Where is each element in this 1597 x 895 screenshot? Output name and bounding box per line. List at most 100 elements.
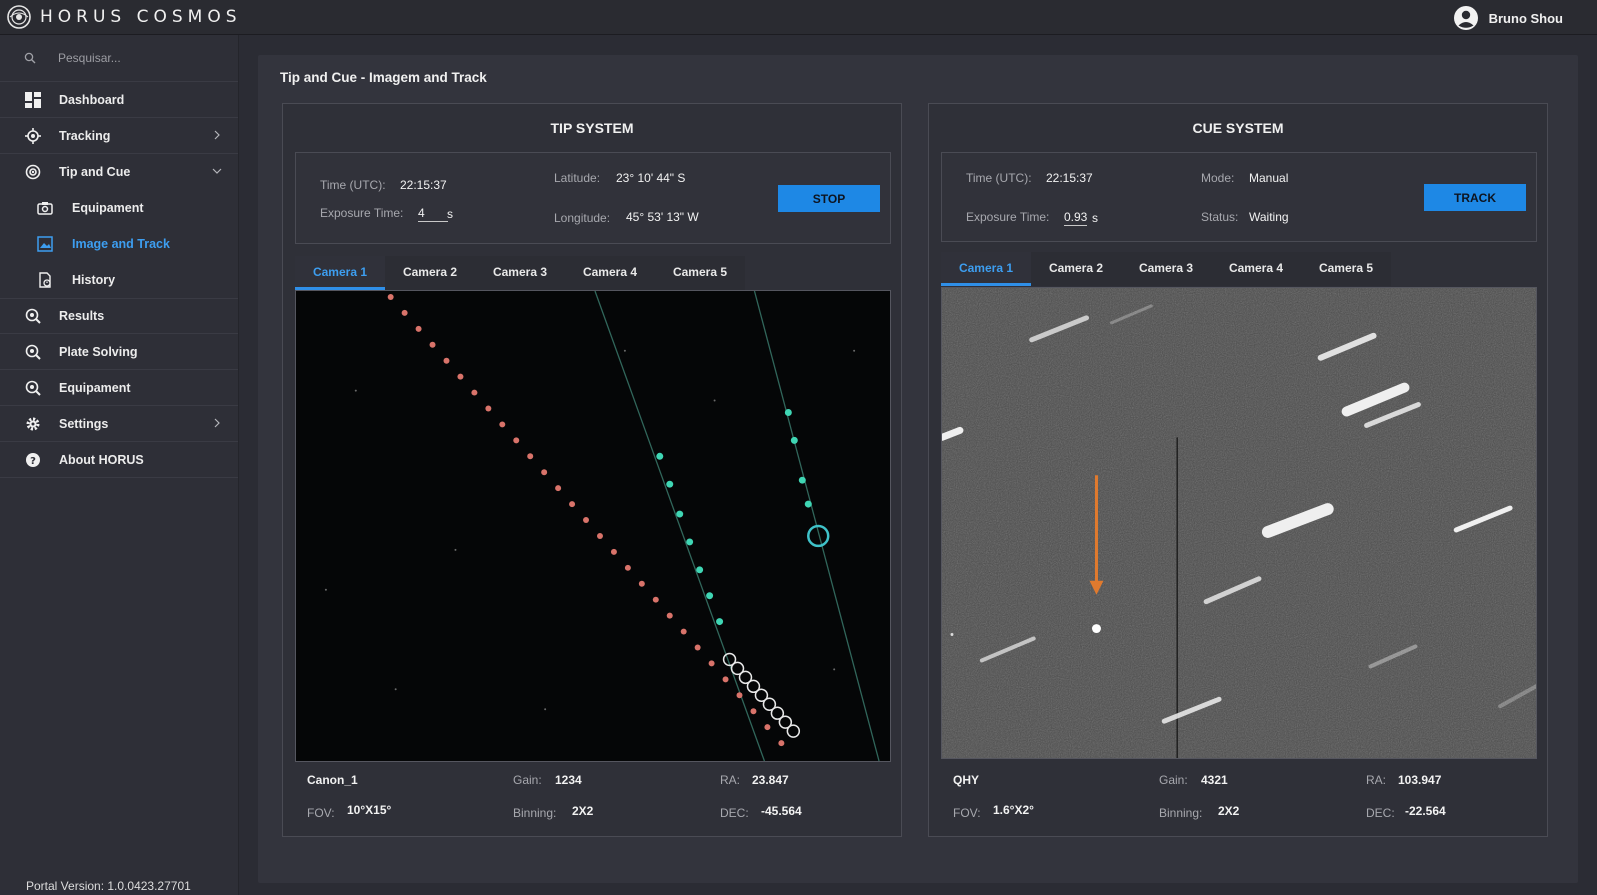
fov-value: 1.6°X2°	[993, 803, 1034, 817]
panel-title: TIP SYSTEM	[550, 120, 634, 136]
tip-cue-icon	[24, 163, 42, 181]
sidebar-item-label: Tip and Cue	[59, 165, 131, 179]
track-button[interactable]: TRACK	[1424, 184, 1526, 211]
chevron-down-icon	[212, 168, 222, 174]
time-value: 22:15:37	[1046, 171, 1093, 185]
search-input[interactable]	[58, 51, 218, 65]
portal-version: Portal Version: 1.0.0423.27701	[26, 879, 191, 893]
latitude-value: 23° 10' 44" S	[616, 171, 686, 185]
sidebar-item-label: Tracking	[59, 128, 111, 143]
sidebar-item-about[interactable]: ? About HORUS	[0, 442, 238, 478]
exposure-unit: s	[447, 207, 453, 221]
main-content: Tip and Cue - Imagem and Track TIP SYSTE…	[258, 55, 1578, 883]
chevron-right-icon	[214, 418, 220, 428]
cue-system-panel: CUE SYSTEM Time (UTC): 22:15:37 Exposure…	[928, 103, 1548, 837]
fov-value: 10°X15°	[347, 803, 392, 817]
stop-button[interactable]: STOP	[778, 185, 880, 212]
user-name: Bruno Shou	[1488, 10, 1563, 26]
gain-label: Gain:	[1159, 773, 1188, 787]
gain-label: Gain:	[513, 773, 542, 787]
binning-value: 2X2	[572, 804, 594, 818]
tab-camera-1[interactable]: Camera 1	[295, 256, 385, 290]
tab-camera-2[interactable]: Camera 2	[1031, 252, 1121, 286]
gain-value: 1234	[555, 773, 582, 787]
fov-label: FOV:	[307, 806, 335, 820]
time-value: 22:15:37	[400, 178, 447, 192]
sidebar-item-label: Equipament	[72, 201, 144, 215]
dec-value: -22.564	[1405, 804, 1446, 818]
top-bar: HORUS COSMOS Bruno Shou	[0, 0, 1597, 35]
sidebar: Dashboard Tracking Tip and Cue Equipamen…	[0, 35, 239, 895]
binning-value: 2X2	[1218, 804, 1240, 818]
sidebar-item-label: Equipament	[59, 380, 131, 395]
sidebar-item-image-and-track[interactable]: Image and Track	[0, 226, 238, 262]
camera-icon	[36, 199, 54, 217]
time-label: Time (UTC):	[320, 178, 386, 192]
ra-label: RA:	[1366, 773, 1387, 787]
sidebar-item-tip-and-cue[interactable]: Tip and Cue	[0, 154, 238, 190]
equipment-icon	[24, 379, 42, 397]
panel-title: CUE SYSTEM	[1192, 120, 1284, 136]
sidebar-item-tracking[interactable]: Tracking	[0, 118, 238, 154]
tab-camera-3[interactable]: Camera 3	[475, 256, 565, 290]
tab-camera-3[interactable]: Camera 3	[1121, 252, 1211, 286]
exposure-unit: s	[1092, 211, 1098, 225]
status-label: Status:	[1201, 210, 1239, 224]
search-icon	[24, 52, 36, 64]
sidebar-item-results[interactable]: Results	[0, 298, 238, 334]
svg-text:?: ?	[30, 456, 36, 467]
sidebar-item-dashboard[interactable]: Dashboard	[0, 82, 238, 118]
sidebar-item-settings[interactable]: Settings	[0, 406, 238, 442]
tip-camera-tabs: Camera 1 Camera 2 Camera 3 Camera 4 Came…	[295, 256, 745, 290]
ra-value: 23.847	[752, 773, 789, 787]
logo[interactable]: HORUS COSMOS	[6, 4, 242, 30]
sidebar-item-label: History	[72, 273, 116, 287]
sidebar-item-equipment[interactable]: Equipament	[0, 370, 238, 406]
horus-logo-icon	[7, 5, 31, 29]
dec-label: DEC:	[1366, 806, 1395, 820]
status-value: Waiting	[1249, 210, 1289, 224]
sidebar-item-label: Dashboard	[59, 92, 125, 107]
sidebar-item-label: Settings	[59, 416, 109, 431]
sidebar-item-plate-solving[interactable]: Plate Solving	[0, 334, 238, 370]
user-menu[interactable]: Bruno Shou	[1453, 5, 1563, 31]
tip-system-panel: TIP SYSTEM Time (UTC): 22:15:37 Exposure…	[282, 103, 902, 837]
mode-value: Manual	[1249, 171, 1289, 185]
cue-camera-image[interactable]	[941, 287, 1537, 759]
binning-label: Binning:	[1159, 806, 1203, 820]
plate-solving-icon	[24, 343, 42, 361]
exposure-label: Exposure Time:	[966, 210, 1050, 224]
tab-camera-5[interactable]: Camera 5	[1301, 252, 1391, 286]
page-title: Tip and Cue - Imagem and Track	[280, 70, 487, 85]
dashboard-icon	[24, 91, 42, 109]
tip-info-box: Time (UTC): 22:15:37 Exposure Time: 4 s …	[295, 152, 891, 244]
camera-name: Canon_1	[307, 773, 358, 787]
longitude-label: Longitude:	[554, 211, 611, 225]
binning-label: Binning:	[513, 806, 557, 820]
cue-info-box: Time (UTC): 22:15:37 Exposure Time: 0.93…	[941, 152, 1537, 242]
gear-icon	[24, 415, 42, 433]
sidebar-item-label: Results	[59, 309, 105, 323]
results-icon	[24, 307, 42, 325]
sidebar-item-history[interactable]: History	[0, 262, 238, 298]
tab-camera-2[interactable]: Camera 2	[385, 256, 475, 290]
sidebar-item-equipament[interactable]: Equipament	[0, 190, 238, 226]
longitude-value: 45° 53' 13" W	[626, 210, 699, 224]
tab-camera-1[interactable]: Camera 1	[941, 252, 1031, 286]
tab-camera-4[interactable]: Camera 4	[1211, 252, 1301, 286]
fov-label: FOV:	[953, 806, 981, 820]
exposure-input[interactable]: 4	[418, 206, 448, 222]
sidebar-item-label: Plate Solving	[59, 344, 138, 359]
latitude-label: Latitude:	[554, 171, 601, 185]
exposure-label: Exposure Time:	[320, 206, 404, 220]
exposure-input[interactable]: 0.93	[1064, 210, 1088, 226]
gain-value: 4321	[1201, 773, 1228, 787]
image-icon	[36, 235, 54, 253]
chevron-right-icon	[214, 130, 220, 140]
camera-name: QHY	[953, 773, 980, 787]
app-title: HORUS COSMOS	[40, 7, 242, 27]
tip-camera-image[interactable]	[295, 290, 891, 762]
sidebar-item-label: About HORUS	[59, 452, 144, 467]
tab-camera-4[interactable]: Camera 4	[565, 256, 655, 290]
tab-camera-5[interactable]: Camera 5	[655, 256, 745, 290]
